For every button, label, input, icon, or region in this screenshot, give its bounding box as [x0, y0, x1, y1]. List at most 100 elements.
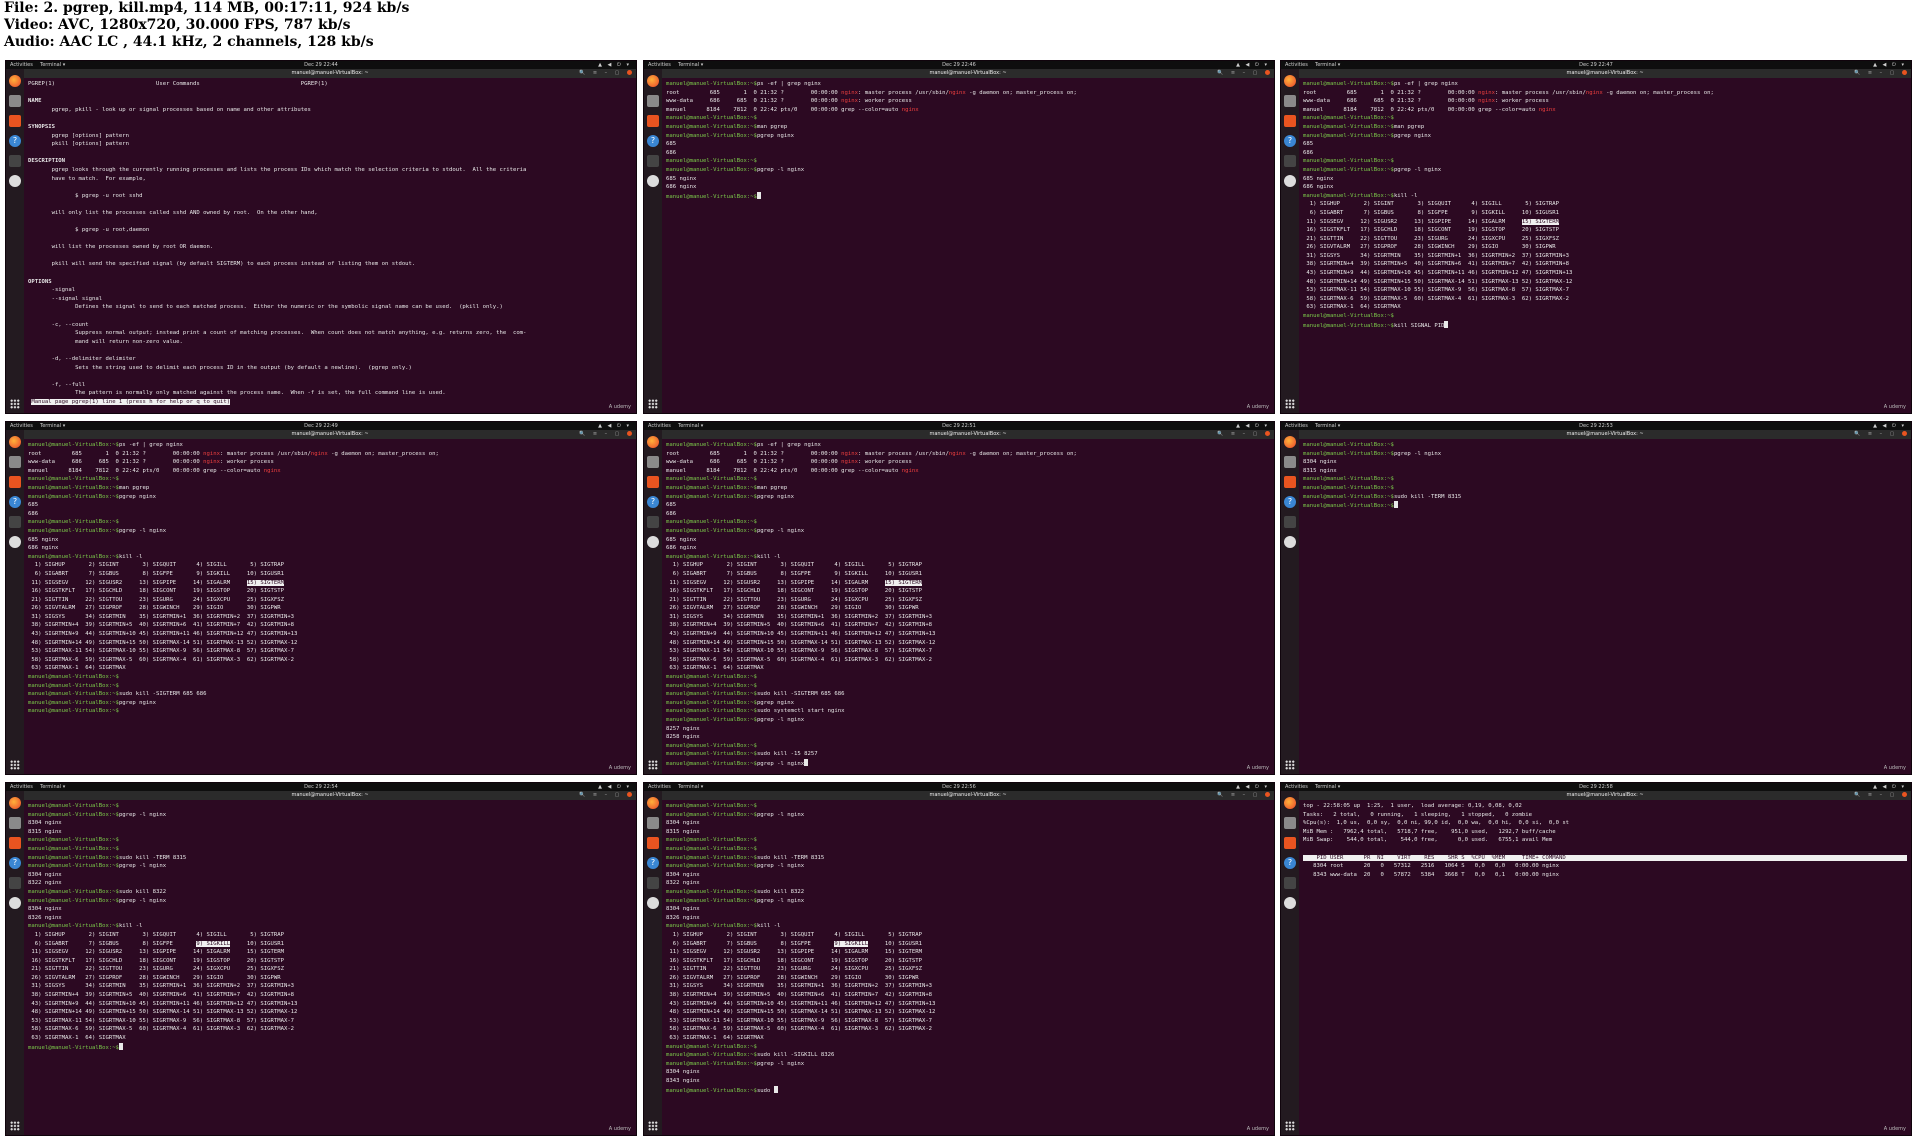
software-icon[interactable]	[647, 476, 659, 488]
show-apps-icon[interactable]	[1285, 399, 1295, 409]
clock[interactable]: Dec 29 22:49	[6, 422, 636, 430]
dvd-icon[interactable]	[9, 536, 21, 548]
dvd-icon[interactable]	[1284, 536, 1296, 548]
amazon-icon[interactable]	[9, 877, 21, 889]
window-controls[interactable]: 🔍 ≡ – ▢	[1854, 430, 1907, 439]
close-icon[interactable]	[1902, 792, 1907, 797]
clock[interactable]: Dec 29 22:53	[1281, 422, 1911, 430]
software-icon[interactable]	[9, 476, 21, 488]
help-icon[interactable]: ?	[647, 135, 659, 147]
dvd-icon[interactable]	[9, 897, 21, 909]
window-controls[interactable]: 🔍 ≡ – ▢	[579, 430, 632, 439]
files-icon[interactable]	[1284, 817, 1296, 829]
files-icon[interactable]	[9, 817, 21, 829]
dvd-icon[interactable]	[647, 536, 659, 548]
window-controls[interactable]: 🔍 ≡ – ▢	[1854, 69, 1907, 78]
system-tray-icons[interactable]: ▲ ◀ ⏻ ▾	[1236, 422, 1269, 430]
system-tray-icons[interactable]: ▲ ◀ ⏻ ▾	[598, 61, 631, 69]
dvd-icon[interactable]	[1284, 897, 1296, 909]
clock[interactable]: Dec 29 22:47	[1281, 61, 1911, 69]
clock[interactable]: Dec 29 22:44	[6, 61, 636, 69]
amazon-icon[interactable]	[1284, 877, 1296, 889]
system-tray-icons[interactable]: ▲ ◀ ⏻ ▾	[1236, 61, 1269, 69]
system-tray-icons[interactable]: ▲ ◀ ⏻ ▾	[1236, 783, 1269, 791]
window-controls[interactable]: 🔍 ≡ – ▢	[579, 791, 632, 800]
firefox-icon[interactable]	[647, 75, 659, 87]
system-tray-icons[interactable]: ▲ ◀ ⏻ ▾	[598, 783, 631, 791]
terminal-output[interactable]: manuel@manuel-VirtualBox:~$ps -ef | grep…	[1303, 80, 1907, 411]
close-icon[interactable]	[1265, 431, 1270, 436]
software-icon[interactable]	[9, 115, 21, 127]
firefox-icon[interactable]	[9, 436, 21, 448]
firefox-icon[interactable]	[1284, 797, 1296, 809]
software-icon[interactable]	[9, 837, 21, 849]
amazon-icon[interactable]	[1284, 155, 1296, 167]
clock[interactable]: Dec 29 22:54	[6, 783, 636, 791]
terminal-output[interactable]: top - 22:58:05 up 1:25, 1 user, load ave…	[1303, 802, 1907, 1133]
system-tray-icons[interactable]: ▲ ◀ ⏻ ▾	[1873, 783, 1906, 791]
firefox-icon[interactable]	[1284, 75, 1296, 87]
files-icon[interactable]	[9, 456, 21, 468]
window-controls[interactable]: 🔍 ≡ – ▢	[1854, 791, 1907, 800]
files-icon[interactable]	[647, 95, 659, 107]
firefox-icon[interactable]	[9, 75, 21, 87]
files-icon[interactable]	[647, 817, 659, 829]
system-tray-icons[interactable]: ▲ ◀ ⏻ ▾	[1873, 61, 1906, 69]
close-icon[interactable]	[627, 70, 632, 75]
close-icon[interactable]	[1265, 792, 1270, 797]
firefox-icon[interactable]	[1284, 436, 1296, 448]
show-apps-icon[interactable]	[10, 399, 20, 409]
terminal-output[interactable]: manuel@manuel-VirtualBox:~$ manuel@manue…	[1303, 441, 1907, 772]
clock[interactable]: Dec 29 22:46	[644, 61, 1274, 69]
dvd-icon[interactable]	[647, 175, 659, 187]
terminal-output[interactable]: manuel@manuel-VirtualBox:~$ps -ef | grep…	[666, 80, 1270, 411]
dvd-icon[interactable]	[1284, 175, 1296, 187]
terminal-output[interactable]: manuel@manuel-VirtualBox:~$ps -ef | grep…	[28, 441, 632, 772]
show-apps-icon[interactable]	[10, 760, 20, 770]
terminal-output[interactable]: manuel@manuel-VirtualBox:~$ manuel@manue…	[666, 802, 1270, 1133]
amazon-icon[interactable]	[9, 155, 21, 167]
help-icon[interactable]: ?	[9, 496, 21, 508]
help-icon[interactable]: ?	[9, 857, 21, 869]
software-icon[interactable]	[1284, 837, 1296, 849]
show-apps-icon[interactable]	[1285, 760, 1295, 770]
software-icon[interactable]	[1284, 476, 1296, 488]
help-icon[interactable]: ?	[1284, 135, 1296, 147]
window-controls[interactable]: 🔍 ≡ – ▢	[1217, 69, 1270, 78]
window-controls[interactable]: 🔍 ≡ – ▢	[1217, 430, 1270, 439]
files-icon[interactable]	[1284, 456, 1296, 468]
clock[interactable]: Dec 29 22:58	[1281, 783, 1911, 791]
system-tray-icons[interactable]: ▲ ◀ ⏻ ▾	[1873, 422, 1906, 430]
show-apps-icon[interactable]	[648, 399, 658, 409]
show-apps-icon[interactable]	[648, 1121, 658, 1131]
firefox-icon[interactable]	[647, 436, 659, 448]
firefox-icon[interactable]	[647, 797, 659, 809]
software-icon[interactable]	[647, 837, 659, 849]
amazon-icon[interactable]	[647, 155, 659, 167]
help-icon[interactable]: ?	[9, 135, 21, 147]
clock[interactable]: Dec 29 22:56	[644, 783, 1274, 791]
amazon-icon[interactable]	[9, 516, 21, 528]
window-controls[interactable]: 🔍 ≡ – ▢	[579, 69, 632, 78]
close-icon[interactable]	[1902, 431, 1907, 436]
close-icon[interactable]	[1902, 70, 1907, 75]
amazon-icon[interactable]	[647, 516, 659, 528]
software-icon[interactable]	[1284, 115, 1296, 127]
dvd-icon[interactable]	[647, 897, 659, 909]
amazon-icon[interactable]	[647, 877, 659, 889]
clock[interactable]: Dec 29 22:51	[644, 422, 1274, 430]
show-apps-icon[interactable]	[10, 1121, 20, 1131]
show-apps-icon[interactable]	[648, 760, 658, 770]
software-icon[interactable]	[647, 115, 659, 127]
files-icon[interactable]	[647, 456, 659, 468]
help-icon[interactable]: ?	[1284, 857, 1296, 869]
terminal-output[interactable]: manuel@manuel-VirtualBox:~$ manuel@manue…	[28, 802, 632, 1133]
firefox-icon[interactable]	[9, 797, 21, 809]
close-icon[interactable]	[627, 431, 632, 436]
dvd-icon[interactable]	[9, 175, 21, 187]
files-icon[interactable]	[9, 95, 21, 107]
system-tray-icons[interactable]: ▲ ◀ ⏻ ▾	[598, 422, 631, 430]
help-icon[interactable]: ?	[647, 496, 659, 508]
terminal-output[interactable]: PGREP(1) User Commands PGREP(1) NAME pgr…	[28, 80, 632, 411]
help-icon[interactable]: ?	[647, 857, 659, 869]
